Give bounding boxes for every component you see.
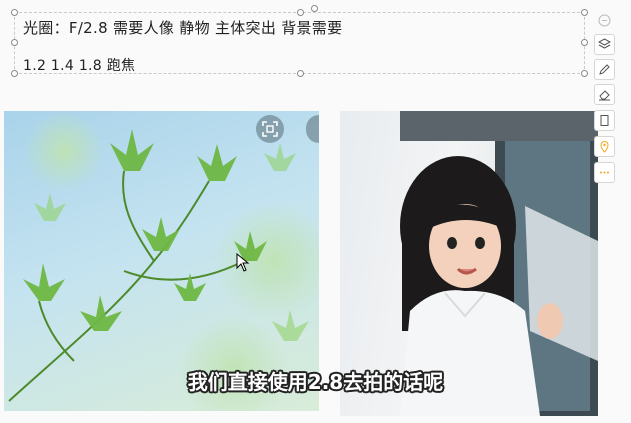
text-line-aperture[interactable]: 光圈：F/2.8 需要人像 静物 主体突出 背景需要 [23,17,342,38]
layers-icon[interactable] [594,34,615,55]
resize-handle-bottom[interactable] [297,70,304,77]
eraser-icon[interactable] [594,84,615,105]
collapse-icon[interactable] [594,10,615,31]
text-line-values[interactable]: 1.2 1.4 1.8 跑焦 [23,55,135,75]
mouse-cursor-icon [236,253,250,272]
crop-icon[interactable] [256,115,284,143]
crop-glyph [262,121,278,137]
resize-handle-bottom-left[interactable] [11,70,18,77]
rotate-handle[interactable] [311,5,318,12]
resize-handle-left[interactable] [11,39,18,46]
floating-toolbar [594,10,616,185]
bookmark-icon[interactable] [594,110,615,131]
resize-handle-bottom-right[interactable] [581,70,588,77]
resize-handle-top-left[interactable] [11,9,18,16]
slide-canvas: 光圈：F/2.8 需要人像 静物 主体突出 背景需要 1.2 1.4 1.8 跑… [0,0,631,423]
location-pin-icon[interactable] [594,136,615,157]
video-subtitle: 我们直接使用2.8去拍的话呢 [187,370,444,394]
pen-icon[interactable] [594,59,615,80]
selected-text-box[interactable]: 光圈：F/2.8 需要人像 静物 主体突出 背景需要 1.2 1.4 1.8 跑… [11,5,588,77]
resize-handle-right[interactable] [581,39,588,46]
more-icon[interactable] [594,162,615,183]
resize-handle-top-right[interactable] [581,9,588,16]
resize-handle-top[interactable] [297,9,304,16]
